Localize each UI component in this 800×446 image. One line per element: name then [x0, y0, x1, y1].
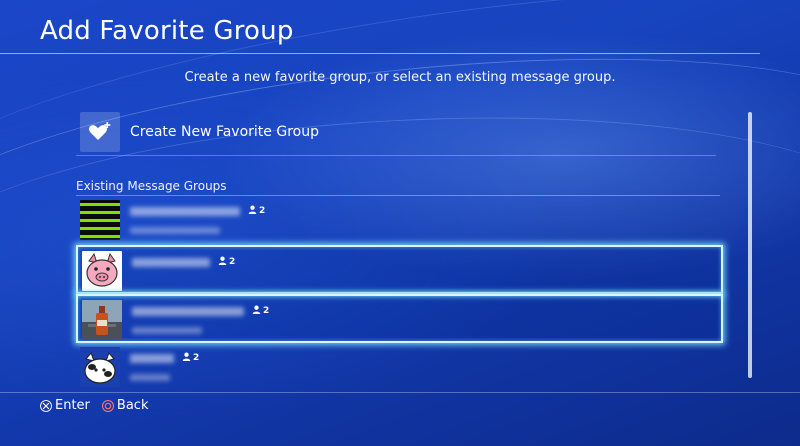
person-icon	[218, 256, 227, 268]
enter-label: Enter	[55, 398, 90, 413]
group-name-redacted	[132, 257, 210, 267]
heart-plus-icon	[80, 112, 120, 152]
member-count: 2	[182, 352, 199, 364]
group-members-redacted	[130, 227, 220, 234]
footer-divider	[0, 392, 800, 393]
message-group-row[interactable]: 2	[76, 245, 723, 294]
create-new-favorite-group-button[interactable]: Create New Favorite Group	[80, 110, 720, 154]
message-group-row[interactable]: 2	[76, 196, 723, 245]
message-group-row[interactable]: 2	[76, 343, 723, 392]
cow-avatar	[80, 347, 120, 387]
enter-button[interactable]: Enter	[40, 398, 90, 413]
group-name-redacted	[132, 306, 244, 316]
list-scrollbar[interactable]	[748, 112, 752, 378]
create-divider	[76, 155, 716, 156]
member-count: 2	[248, 205, 265, 217]
pig-avatar	[82, 251, 122, 291]
page-subtitle: Create a new favorite group, or select a…	[184, 70, 616, 85]
cross-button-icon	[40, 399, 52, 412]
title-divider	[0, 53, 760, 54]
circle-button-icon	[101, 399, 114, 412]
message-group-row[interactable]: 2	[76, 294, 723, 343]
member-count: 2	[252, 305, 269, 317]
footer-controls: Enter Back	[40, 398, 160, 413]
back-label: Back	[116, 398, 149, 413]
existing-message-groups-heading: Existing Message Groups	[76, 179, 227, 193]
group-name-redacted	[130, 206, 240, 216]
person-icon	[182, 352, 191, 364]
group-members-redacted	[130, 374, 170, 381]
person-icon	[252, 305, 261, 317]
striped-avatar	[80, 200, 120, 240]
group-members-redacted	[132, 327, 202, 334]
bottle-photo-avatar	[82, 300, 122, 340]
back-button[interactable]: Back	[101, 398, 149, 413]
message-group-list: 2 2 2 2	[76, 196, 723, 392]
group-name-redacted	[130, 353, 174, 363]
member-count: 2	[218, 256, 235, 268]
person-icon	[248, 205, 257, 217]
create-new-favorite-group-label: Create New Favorite Group	[130, 124, 319, 140]
page-title: Add Favorite Group	[40, 16, 294, 46]
